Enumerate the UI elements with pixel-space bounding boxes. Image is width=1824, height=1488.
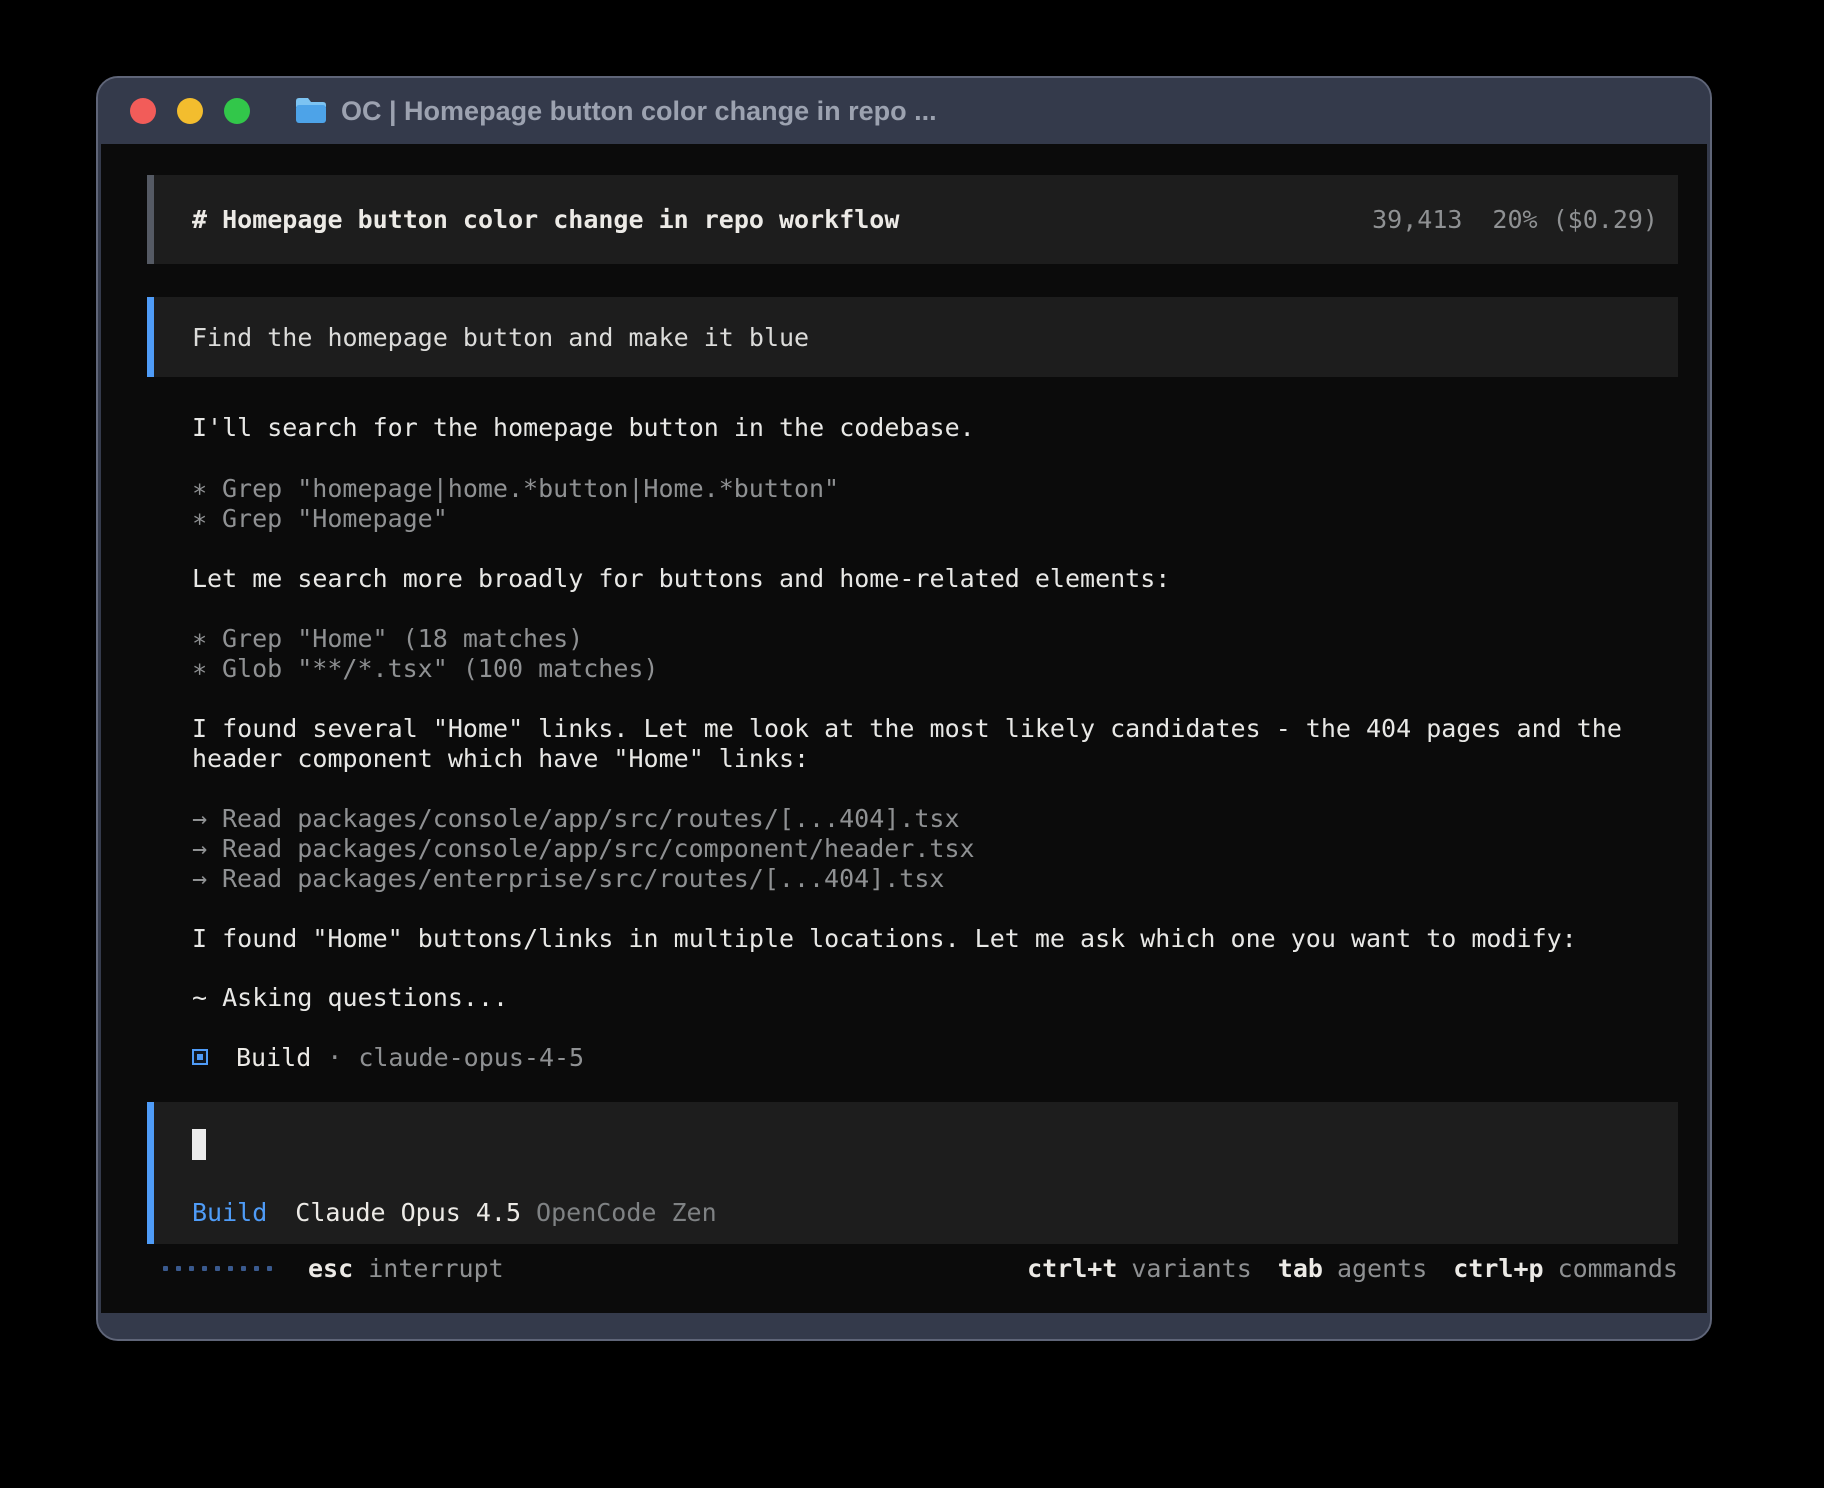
read-call-text: Read packages/enterprise/src/routes/[...… [222, 864, 944, 893]
tool-call-text: Grep "Home" (18 matches) [222, 624, 583, 653]
tool-bullet-icon: ∗ [192, 624, 222, 653]
hint-label: agents [1337, 1254, 1427, 1283]
read-call: →Read packages/console/app/src/routes/[.… [192, 803, 1678, 833]
terminal-window: OC | Homepage button color change in rep… [96, 76, 1712, 1341]
folder-icon [294, 97, 328, 125]
session-stats: 39,413 20% ($0.29) [1372, 205, 1658, 234]
session-header: # Homepage button color change in repo w… [147, 175, 1678, 264]
hint-agents: tab agents [1278, 1254, 1427, 1283]
assistant-text: Let me search more broadly for buttons a… [192, 563, 1678, 593]
tool-call: ∗Grep "homepage|home.*button|Home.*butto… [192, 473, 1678, 503]
window-titlebar[interactable]: OC | Homepage button color change in rep… [98, 78, 1710, 144]
terminal-content: # Homepage button color change in repo w… [101, 144, 1707, 1313]
window-title: OC | Homepage button color change in rep… [341, 96, 937, 127]
hint-key: ctrl+t [1027, 1254, 1117, 1283]
tool-call-group: ∗Grep "Home" (18 matches) ∗Glob "**/*.ts… [147, 623, 1678, 683]
close-button[interactable] [130, 98, 156, 124]
assistant-text: I found several "Home" links. Let me loo… [192, 713, 1678, 743]
progress-dots [163, 1266, 272, 1271]
text-cursor[interactable] [192, 1129, 206, 1160]
hint-label: variants [1131, 1254, 1251, 1283]
input-provider: OpenCode Zen [536, 1198, 717, 1227]
prompt-input[interactable]: Build Claude Opus 4.5 OpenCode Zen [147, 1102, 1678, 1244]
hint-label: commands [1558, 1254, 1678, 1283]
hint-key: ctrl+p [1453, 1254, 1543, 1283]
tool-call: ∗Glob "**/*.tsx" (100 matches) [192, 653, 1678, 683]
agent-name: Build [236, 1043, 311, 1072]
context-cost: 20% ($0.29) [1492, 205, 1658, 234]
read-call: →Read packages/console/app/src/component… [192, 833, 1678, 863]
hint-variants: ctrl+t variants [1027, 1254, 1252, 1283]
arrow-right-icon: → [192, 834, 222, 863]
tool-call-group: ∗Grep "homepage|home.*button|Home.*butto… [147, 473, 1678, 533]
tool-bullet-icon: ∗ [192, 474, 222, 503]
window-bottom-chrome [98, 1313, 1710, 1339]
tool-call: ∗Grep "Home" (18 matches) [192, 623, 1678, 653]
read-call-group: →Read packages/console/app/src/routes/[.… [147, 803, 1678, 893]
tool-call-text: Grep "homepage|home.*button|Home.*button… [222, 474, 839, 503]
session-title: # Homepage button color change in repo w… [192, 205, 899, 234]
tool-call: ∗Grep "Homepage" [192, 503, 1678, 533]
minimize-button[interactable] [177, 98, 203, 124]
input-footer: Build Claude Opus 4.5 OpenCode Zen [192, 1197, 1658, 1227]
esc-label-text: interrupt [368, 1254, 503, 1283]
agent-status-line: Build · claude-opus-4-5 [192, 1042, 1678, 1072]
agent-build-icon [192, 1049, 208, 1065]
tool-bullet-icon: ∗ [192, 504, 222, 533]
status-hints: ctrl+t variants tab agents ctrl+p comman… [1001, 1254, 1678, 1283]
tool-call-text: Grep "Homepage" [222, 504, 448, 533]
esc-label [353, 1254, 368, 1283]
input-model[interactable]: Claude Opus 4.5 [295, 1198, 521, 1227]
tool-call-text: Glob "**/*.tsx" (100 matches) [222, 654, 659, 683]
zoom-button[interactable] [224, 98, 250, 124]
read-call-text: Read packages/console/app/src/component/… [222, 834, 975, 863]
assistant-text: I found "Home" buttons/links in multiple… [192, 923, 1678, 953]
hint-commands: ctrl+p commands [1453, 1254, 1678, 1283]
assistant-paragraph: I found several "Home" links. Let me loo… [147, 713, 1678, 773]
token-count: 39,413 [1372, 205, 1462, 234]
arrow-right-icon: → [192, 804, 222, 833]
assistant-text: I'll search for the homepage button in t… [192, 412, 1678, 442]
assistant-text: header component which have "Home" links… [192, 743, 1678, 773]
separator-dot: · [327, 1043, 342, 1072]
user-message-text: Find the homepage button and make it blu… [192, 322, 1658, 352]
user-message: Find the homepage button and make it blu… [147, 297, 1678, 377]
input-mode[interactable]: Build [192, 1198, 267, 1227]
hint-key: tab [1278, 1254, 1323, 1283]
read-call-text: Read packages/console/app/src/routes/[..… [222, 804, 960, 833]
status-bar: esc interrupt ctrl+t variants tab agents… [147, 1253, 1678, 1283]
read-call: →Read packages/enterprise/src/routes/[..… [192, 863, 1678, 893]
working-status: ~ Asking questions... [192, 982, 1678, 1012]
agent-model: claude-opus-4-5 [358, 1043, 584, 1072]
arrow-right-icon: → [192, 864, 222, 893]
esc-key: esc [308, 1254, 353, 1283]
tool-bullet-icon: ∗ [192, 654, 222, 683]
